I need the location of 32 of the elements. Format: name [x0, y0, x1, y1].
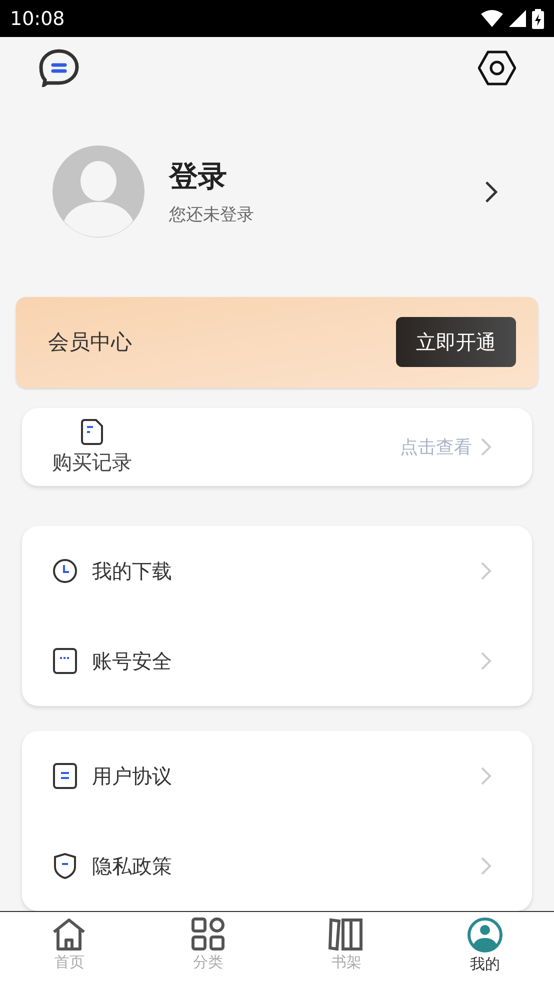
document-icon [80, 418, 104, 446]
signal-icon [509, 10, 526, 27]
menu-item[interactable]: 用户协议 [92, 762, 466, 790]
login-title[interactable]: 登录 [169, 157, 484, 198]
home-icon [51, 917, 88, 951]
bookshelf-icon [328, 917, 364, 951]
menu-item[interactable]: 账号安全 [92, 648, 466, 674]
status-time: 10:08 [10, 8, 65, 30]
menu-item[interactable]: 隐私政策 [92, 852, 466, 880]
user-icon [466, 917, 503, 953]
chevron-icon [480, 856, 492, 876]
chevron-icon [480, 651, 492, 671]
tablet-icon [52, 647, 78, 675]
activate-button[interactable]: 立即开通 [396, 317, 516, 368]
grid-icon [190, 917, 225, 951]
settings-icon[interactable] [478, 50, 516, 86]
chevron-icon [484, 180, 498, 204]
chevron-icon [480, 561, 492, 581]
message-icon[interactable] [38, 48, 80, 87]
document-icon [52, 762, 78, 790]
tab[interactable]: 我的 [416, 912, 554, 984]
clock-icon [52, 558, 78, 584]
membership-title: 会员中心 [48, 329, 132, 356]
menu-item[interactable]: 我的下载 [92, 558, 466, 584]
purchase-title: 购买记录 [52, 449, 132, 476]
login-status: 您还未登录 [169, 204, 255, 226]
wifi-icon [481, 10, 503, 27]
battery-icon [532, 8, 544, 28]
chevron-icon [480, 766, 492, 786]
shield-icon [52, 852, 78, 880]
purchase-card[interactable]: 购买记录 点击查看 [22, 408, 532, 486]
chevron-icon [480, 437, 492, 458]
